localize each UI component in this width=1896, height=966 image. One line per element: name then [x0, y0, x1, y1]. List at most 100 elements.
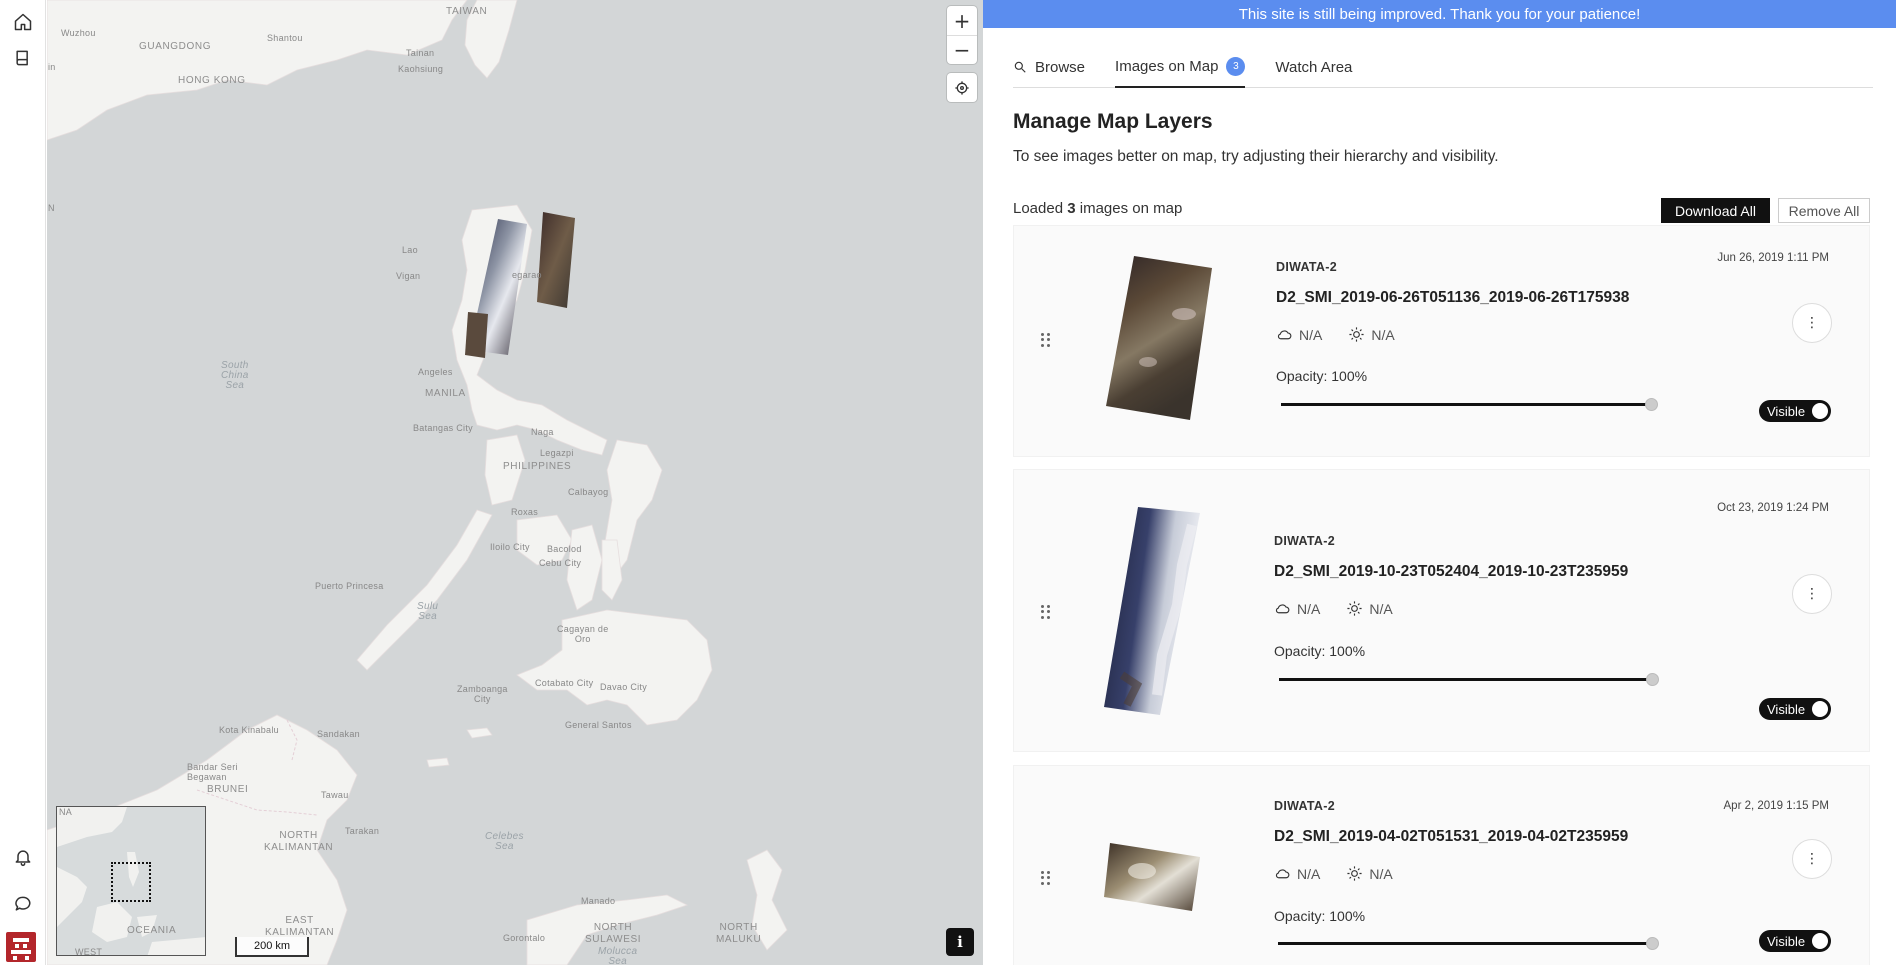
- cloud-icon: [1275, 869, 1290, 879]
- count-badge: 3: [1226, 56, 1246, 76]
- map-label: in: [48, 62, 56, 72]
- avatar[interactable]: [6, 932, 36, 962]
- remove-all-button[interactable]: Remove All: [1778, 198, 1870, 223]
- map-label: Tarakan: [345, 826, 380, 836]
- slider-knob[interactable]: [1645, 398, 1658, 411]
- map-label: Tainan: [406, 48, 435, 58]
- map-label: NORTH MALUKU: [716, 922, 762, 945]
- satellite-name: DIWATA-2: [1274, 799, 1335, 813]
- opacity-label: Opacity: 100%: [1274, 908, 1366, 924]
- image-thumbnail[interactable]: [1102, 841, 1202, 913]
- page-title: Manage Map Layers: [1013, 110, 1213, 133]
- opacity-slider[interactable]: [1281, 398, 1658, 411]
- locate-button[interactable]: [947, 73, 977, 102]
- info-button[interactable]: i: [946, 928, 974, 956]
- more-options-button[interactable]: ⋮: [1792, 839, 1832, 879]
- map-label: TAIWAN: [446, 6, 488, 17]
- map-label: Batangas City: [413, 423, 473, 433]
- zoom-controls: + −: [947, 6, 977, 64]
- home-icon[interactable]: [9, 8, 37, 36]
- toggle-label: Visible: [1767, 403, 1806, 419]
- map-label: Wuzhou: [61, 28, 96, 38]
- map-label: Sulu Sea: [417, 601, 439, 622]
- loaded-count: Loaded 3 images on map: [1013, 200, 1182, 217]
- satellite-name: DIWATA-2: [1276, 260, 1337, 274]
- map-label: BRUNEI: [207, 784, 249, 795]
- loaded-number: 3: [1067, 200, 1076, 217]
- zoom-out-button[interactable]: −: [947, 35, 977, 64]
- zoom-in-button[interactable]: +: [947, 6, 977, 35]
- sun-angle-value: N/A: [1369, 600, 1393, 617]
- minimap[interactable]: OCEANIA WEST NA: [56, 806, 206, 956]
- map-label: Gorontalo: [503, 933, 546, 943]
- tab-label: Browse: [1035, 58, 1086, 76]
- map-label: Celebes Sea: [485, 831, 524, 852]
- image-meta: N/A N/A: [1274, 600, 1393, 617]
- book-icon[interactable]: [9, 44, 37, 72]
- drag-handle[interactable]: [1041, 605, 1051, 619]
- bell-icon[interactable]: [9, 843, 37, 871]
- notice-banner: This site is still being improved. Thank…: [983, 0, 1896, 28]
- toggle-label: Visible: [1767, 701, 1806, 717]
- tab-label: Images on Map: [1115, 57, 1219, 75]
- more-options-button[interactable]: ⋮: [1792, 303, 1832, 343]
- map-label: Naga: [531, 427, 554, 437]
- image-name: D2_SMI_2019-10-23T052404_2019-10-23T2359…: [1274, 563, 1629, 580]
- image-thumbnail[interactable]: [1104, 254, 1214, 422]
- map-label: MANILA: [425, 388, 466, 399]
- map-label: PHILIPPINES: [503, 461, 572, 472]
- cloud-icon: [1275, 604, 1290, 614]
- map-label: Manado: [581, 896, 616, 906]
- tab-images-on-map[interactable]: Images on Map 3: [1115, 46, 1246, 88]
- slider-knob[interactable]: [1646, 673, 1659, 686]
- map-label: N: [48, 203, 55, 213]
- minimap-viewport[interactable]: [111, 862, 151, 902]
- chat-icon[interactable]: [9, 890, 37, 918]
- map-label: EAST KALIMANTAN: [265, 915, 335, 938]
- map-label: Legazpi: [540, 448, 574, 458]
- map-label: Zamboanga City: [457, 684, 508, 704]
- map-label: Cebu City: [539, 558, 582, 568]
- drag-handle[interactable]: [1041, 871, 1051, 885]
- opacity-slider[interactable]: [1278, 937, 1659, 950]
- loaded-prefix: Loaded: [1013, 200, 1068, 217]
- map-label: NORTH SULAWESI: [585, 922, 642, 945]
- map-label: NORTH KALIMANTAN: [264, 830, 334, 853]
- visibility-toggle[interactable]: Visible: [1759, 400, 1831, 422]
- sun-icon: [1347, 866, 1362, 881]
- more-options-button[interactable]: ⋮: [1792, 574, 1832, 614]
- image-card: DIWATA-2 Apr 2, 2019 1:15 PM D2_SMI_2019…: [1013, 765, 1870, 965]
- visibility-toggle[interactable]: Visible: [1759, 698, 1831, 720]
- download-all-button[interactable]: Download All: [1661, 198, 1770, 223]
- tab-label: Watch Area: [1275, 58, 1353, 76]
- loaded-suffix: images on map: [1075, 200, 1183, 217]
- page-subtitle: To see images better on map, try adjusti…: [1013, 148, 1499, 165]
- opacity-label: Opacity: 100%: [1274, 643, 1366, 659]
- map-label: Calbayog: [568, 487, 609, 497]
- map-image-overlays[interactable]: [413, 210, 583, 360]
- satellite-name: DIWATA-2: [1274, 534, 1335, 548]
- tab-bar: Browse Images on Map 3 Watch Area: [1013, 46, 1873, 88]
- sun-icon: [1347, 601, 1362, 616]
- map-label: Shantou: [267, 33, 303, 43]
- map-label: Cotabato City: [535, 678, 594, 688]
- map-label: Bacolod: [547, 544, 582, 554]
- visibility-toggle[interactable]: Visible: [1759, 930, 1831, 952]
- image-thumbnail[interactable]: [1102, 505, 1212, 717]
- slider-knob[interactable]: [1646, 937, 1659, 950]
- map-label: Kota Kinabalu: [219, 725, 279, 735]
- map-label: Sandakan: [317, 729, 360, 739]
- map-view[interactable]: TAIWAN GUANGDONG HONG KONG Shantou Wuzho…: [47, 0, 983, 965]
- opacity-slider[interactable]: [1279, 673, 1659, 686]
- tab-browse[interactable]: Browse: [1013, 46, 1085, 88]
- cloud-cover-value: N/A: [1297, 865, 1321, 882]
- scale-bar: 200 km: [235, 937, 309, 957]
- map-label: Molucca Sea: [598, 946, 638, 966]
- drag-handle[interactable]: [1041, 333, 1051, 347]
- tab-watch-area[interactable]: Watch Area: [1275, 46, 1352, 88]
- map-label: Davao City: [600, 682, 648, 692]
- locate-control: [947, 73, 977, 102]
- left-rail: [0, 0, 46, 965]
- capture-date: Oct 23, 2019 1:24 PM: [1717, 502, 1829, 514]
- crosshair-icon: [955, 80, 969, 95]
